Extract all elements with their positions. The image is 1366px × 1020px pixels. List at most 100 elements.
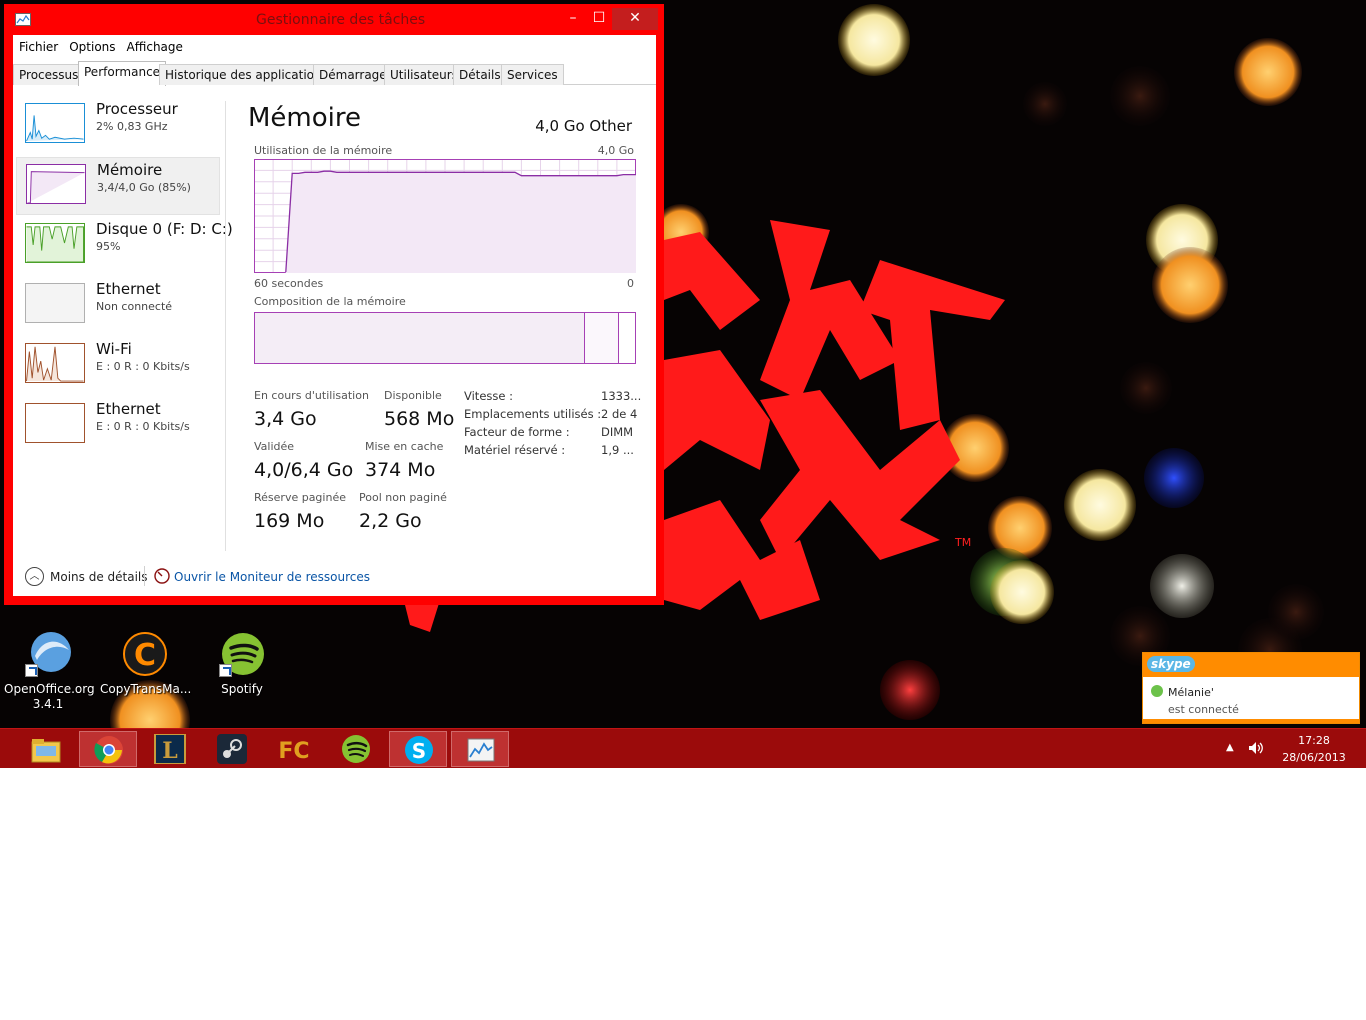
- svg-text:L: L: [162, 738, 177, 764]
- window-title: Gestionnaire des tâches: [256, 12, 426, 28]
- contact-name: Mélanie': [1168, 686, 1214, 699]
- paged-pool-label: Réserve paginée: [254, 491, 346, 504]
- chevron-up-icon[interactable]: ︿: [25, 567, 44, 586]
- sidebar-item-value: E : 0 R : 0 Kbits/s: [96, 360, 190, 373]
- menu-options[interactable]: Options: [63, 37, 120, 54]
- less-details-button[interactable]: Moins de détails: [50, 570, 148, 584]
- blank-area: [0, 768, 1366, 1020]
- graph-time-right: 0: [627, 277, 634, 290]
- taskbar: L FC S ▲ 17:28 28/06/2013: [0, 728, 1366, 768]
- sidebar-item-ethernet-2[interactable]: Ethernet E : 0 R : 0 Kbits/s: [16, 397, 220, 455]
- sidebar-item-label: Ethernet: [96, 280, 161, 298]
- composition-label: Composition de la mémoire: [254, 295, 406, 308]
- tab-details[interactable]: Détails: [453, 64, 507, 85]
- resource-monitor-icon[interactable]: [154, 568, 170, 584]
- taskbar-steam[interactable]: [203, 731, 261, 767]
- skype-logo: skype: [1147, 656, 1195, 672]
- committed-value: 4,0/6,4 Go: [254, 459, 354, 481]
- taskbar-task-manager[interactable]: [451, 731, 509, 767]
- form-factor-label: Facteur de forme :: [464, 425, 570, 439]
- sidebar-item-value: 2% 0,83 GHz: [96, 120, 168, 133]
- sidebar-item-value: Non connecté: [96, 300, 173, 313]
- skype-notification[interactable]: skype Mélanie' est connecté: [1142, 652, 1360, 724]
- speed-label: Vitesse :: [464, 389, 513, 403]
- svg-text:C: C: [134, 638, 156, 673]
- usage-graph-label: Utilisation de la mémoire: [254, 144, 393, 157]
- taskbar-skype[interactable]: S: [389, 731, 447, 767]
- tab-processus[interactable]: Processus: [13, 64, 85, 85]
- taskbar-file-explorer[interactable]: [17, 731, 75, 767]
- taskbar-spotify[interactable]: [327, 731, 385, 767]
- tab-historique-applications[interactable]: Historique des applications: [159, 64, 334, 85]
- taskbar-chrome[interactable]: [79, 731, 137, 767]
- desktop-icon-spotify[interactable]: Spotify: [198, 630, 286, 720]
- tab-services[interactable]: Services: [501, 64, 564, 85]
- menu-affichage[interactable]: Affichage: [121, 37, 188, 54]
- sidebar-item-disque[interactable]: Disque 0 (F: D: C:) 95%: [16, 217, 233, 275]
- wifi-thumbnail-graph: [25, 343, 85, 383]
- nonpaged-pool-value: 2,2 Go: [359, 510, 422, 532]
- trademark-mark: TM: [954, 536, 971, 549]
- cached-value: 374 Mo: [365, 459, 436, 481]
- open-resource-monitor-link[interactable]: Ouvrir le Moniteur de ressources: [174, 570, 370, 584]
- close-button[interactable]: ✕: [612, 8, 658, 30]
- cached-label: Mise en cache: [365, 440, 444, 453]
- in-use-label: En cours d'utilisation: [254, 389, 369, 402]
- sidebar-item-processeur[interactable]: Processeur 2% 0,83 GHz: [16, 97, 220, 155]
- tab-demarrage[interactable]: Démarrage: [313, 64, 393, 85]
- chrome-icon: [94, 736, 123, 764]
- sidebar-item-memoire[interactable]: Mémoire 3,4/4,0 Go (85%): [16, 157, 220, 215]
- sidebar-item-label: Ethernet: [96, 400, 161, 418]
- show-hidden-icons-button[interactable]: ▲: [1226, 742, 1234, 753]
- paged-pool-value: 169 Mo: [254, 510, 325, 532]
- desktop-icon-label: CopyTransMa...: [100, 682, 192, 696]
- desktop: TM Gestionnaire des tâches – ☐ ✕ Fichier…: [0, 0, 1366, 768]
- task-manager-icon: [467, 738, 495, 762]
- tab-utilisateurs[interactable]: Utilisateurs: [384, 64, 464, 85]
- minimize-button[interactable]: –: [560, 8, 586, 30]
- footer-separator: [144, 566, 145, 586]
- menu-bar: Fichier Options Affichage: [13, 37, 188, 57]
- menu-fichier[interactable]: Fichier: [13, 37, 63, 54]
- window-footer: ︿ Moins de détails Ouvrir le Moniteur de…: [13, 561, 656, 591]
- memory-detail-panel: Mémoire 4,0 Go Other Utilisation de la m…: [243, 91, 647, 561]
- committed-label: Validée: [254, 440, 295, 453]
- volume-icon[interactable]: [1248, 740, 1264, 756]
- svg-text:FC: FC: [278, 739, 309, 764]
- taskbar-fc[interactable]: FC: [265, 731, 323, 767]
- speed-value: 1333...: [601, 389, 642, 403]
- composition-in-use-segment[interactable]: [255, 313, 585, 363]
- memory-usage-graph: [254, 159, 636, 273]
- memory-total: 4,0 Go Other: [535, 117, 632, 135]
- clock-time[interactable]: 17:28: [1276, 734, 1352, 747]
- available-value: 568 Mo: [384, 408, 455, 430]
- sidebar-item-label: Wi-Fi: [96, 340, 132, 358]
- maximize-button[interactable]: ☐: [586, 8, 612, 30]
- composition-modified-segment[interactable]: [585, 313, 619, 363]
- sidebar-item-value: 95%: [96, 240, 121, 253]
- resource-list: Processeur 2% 0,83 GHz Mémoire 3,4/4,0 G…: [13, 91, 233, 551]
- title-bar[interactable]: Gestionnaire des tâches – ☐ ✕: [4, 4, 664, 34]
- desktop-icon-copytrans[interactable]: C CopyTransMa...: [100, 630, 192, 720]
- nonpaged-pool-label: Pool non paginé: [359, 491, 447, 504]
- desktop-icon-openoffice[interactable]: OpenOffice.org 3.4.1: [4, 630, 95, 720]
- tab-performance[interactable]: Performance: [78, 61, 167, 86]
- taskbar-league-of-legends[interactable]: L: [141, 731, 199, 767]
- fc-icon: FC: [278, 739, 309, 764]
- task-manager-app-icon[interactable]: [15, 13, 31, 26]
- notification-accent-bar: [1143, 719, 1359, 723]
- copytrans-icon: C: [123, 632, 167, 676]
- usage-graph-max: 4,0 Go: [597, 144, 634, 157]
- desktop-icon-label: Spotify: [221, 682, 263, 696]
- tab-strip: Processus Performance Historique des app…: [13, 61, 656, 86]
- form-factor-value: DIMM: [601, 425, 634, 439]
- spotify-icon: [342, 735, 370, 763]
- memory-composition-bar[interactable]: [254, 312, 636, 364]
- sidebar-item-ethernet-1[interactable]: Ethernet Non connecté: [16, 277, 220, 335]
- svg-text:S: S: [412, 739, 426, 763]
- sidebar-item-wifi[interactable]: Wi-Fi E : 0 R : 0 Kbits/s: [16, 337, 220, 395]
- slots-value: 2 de 4: [601, 407, 638, 421]
- clock-date[interactable]: 28/06/2013: [1276, 751, 1352, 764]
- ethernet-thumbnail-graph: [25, 403, 85, 443]
- shortcut-arrow-icon: [25, 664, 38, 677]
